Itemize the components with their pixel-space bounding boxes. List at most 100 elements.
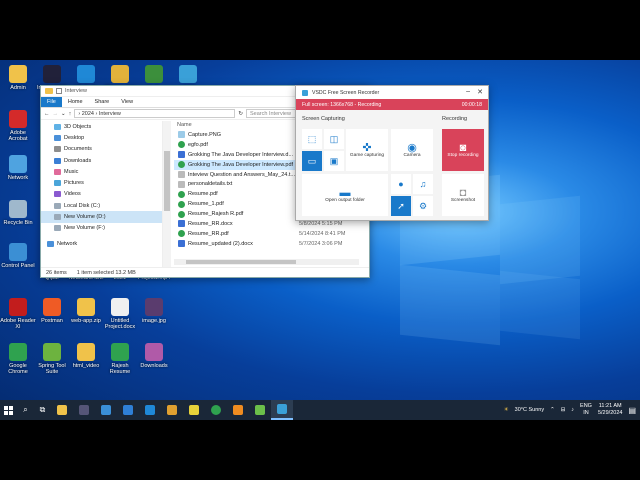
taskbar-app-mail[interactable] [139, 400, 161, 420]
chrome-icon [9, 343, 27, 361]
cursor-button[interactable]: ➚ [391, 196, 411, 216]
tab-file[interactable]: File [41, 97, 62, 107]
task-view-button[interactable]: ⧉ [34, 400, 51, 420]
taskbar-app-files[interactable] [161, 400, 183, 420]
vsdc-titlebar[interactable]: VSDC Free Screen Recorder – ✕ [296, 86, 488, 99]
desktop-icon[interactable]: Recycle Bin [0, 200, 36, 226]
vsdc-icon [277, 404, 287, 414]
desktop-icon[interactable]: Control Panel [0, 243, 36, 269]
nav-item[interactable]: 3D Objects [41, 121, 162, 132]
language-text: ENG [580, 403, 592, 409]
system-tray: ☀ 30°C Sunny ⌃ ⊟ ♪ ENG IN 11:21 AM 5/29/… [504, 400, 640, 420]
desktop-icon[interactable]: web-app.zip [68, 298, 104, 324]
weather-icon: ☀ [503, 407, 509, 413]
taskbar-app-notepad[interactable] [249, 400, 271, 420]
tab-share[interactable]: Share [89, 97, 116, 107]
taskbar-app-sticky[interactable] [95, 400, 117, 420]
desktop-icon[interactable]: Admin [0, 65, 36, 91]
taskbar-app-pdf[interactable] [183, 400, 205, 420]
up-arrow-icon[interactable]: ↑ [69, 111, 72, 117]
start-button[interactable] [0, 400, 17, 420]
clock[interactable]: 11:21 AM 5/29/2024 [598, 403, 622, 417]
taskbar-app-explorer[interactable] [51, 400, 73, 420]
nav-item[interactable]: Network [41, 238, 162, 249]
nav-item[interactable]: Videos [41, 189, 162, 200]
recording-heading: Recording [442, 116, 468, 122]
open-output-folder-button[interactable]: ▬ Open output folder [302, 174, 388, 216]
desktop-icon[interactable]: Downloads [136, 343, 172, 369]
volume-icon[interactable]: ♪ [571, 407, 574, 413]
chrome-file-icon [178, 190, 185, 198]
refresh-icon[interactable]: ↻ [238, 111, 243, 117]
cursor-icon: ➚ [397, 201, 405, 211]
png-file-icon [178, 131, 185, 139]
horizontal-scrollbar[interactable] [174, 259, 359, 265]
desktop-icon[interactable]: Untitled Project.docx [102, 298, 138, 330]
desktop-icon[interactable]: Postman [34, 298, 70, 324]
chevron-up-icon[interactable]: ⌃ [550, 407, 555, 413]
taskbar-app-store[interactable] [117, 400, 139, 420]
microphone-button[interactable]: ♫ [413, 174, 433, 194]
breadcrumb[interactable]: › 2024 › Interview [74, 109, 236, 118]
txt-file-icon [178, 180, 185, 188]
desktop-icon-label: Adobe Reader XI [0, 318, 36, 330]
vsdc-recorder-window[interactable]: VSDC Free Screen Recorder – ✕ Full scree… [295, 85, 489, 221]
nav-item-icon [54, 134, 61, 141]
desktop-icon[interactable]: Google Chrome [0, 343, 36, 375]
file-row[interactable]: Resume_updated (2).docx 5/7/2024 3:06 PM [174, 239, 369, 249]
nav-item[interactable]: Local Disk (C:) [41, 200, 162, 211]
taskbar-app-vsdc[interactable] [271, 400, 293, 420]
notification-icon[interactable]: ▤ [628, 406, 636, 415]
gamepad-icon: ✜ [362, 141, 372, 154]
desktop-icon[interactable]: Adobe Reader XI [0, 298, 36, 330]
media-icon [145, 65, 163, 83]
notepad-icon [255, 405, 265, 415]
select-area-button[interactable]: ⬚ [302, 129, 322, 149]
weather-text[interactable]: 30°C Sunny [515, 407, 544, 413]
nav-scrollbar[interactable] [163, 121, 171, 267]
region-button[interactable]: ▣ [324, 151, 344, 171]
user-button[interactable]: ● [391, 174, 411, 194]
nav-item[interactable]: Pictures [41, 177, 162, 188]
reader-icon [9, 298, 27, 316]
taskbar-app-sublime[interactable] [227, 400, 249, 420]
full-screen-button[interactable]: ▭ [302, 151, 322, 171]
recording-timer: 00:00:18 [461, 101, 482, 108]
nav-item[interactable]: Documents [41, 144, 162, 155]
camera-button[interactable]: ◉ Camera [391, 129, 433, 171]
desktop-icon[interactable]: Network [0, 155, 36, 181]
nav-item[interactable]: Downloads [41, 155, 162, 166]
nav-item-icon [54, 168, 61, 175]
settings-button[interactable]: ⚙ [413, 196, 433, 216]
search-button[interactable]: ⌕ [17, 400, 34, 420]
language-indicator[interactable]: ENG IN [580, 403, 592, 417]
back-arrow-icon[interactable]: ← [44, 111, 50, 117]
nav-item[interactable]: Music [41, 166, 162, 177]
chevron-down-icon[interactable]: ⌄ [61, 111, 66, 117]
nav-item[interactable]: New Volume (F:) [41, 223, 162, 234]
forward-arrow-icon[interactable]: → [53, 111, 59, 117]
microphone-icon: ♫ [419, 179, 427, 189]
select-window-button[interactable]: ◫ [324, 129, 344, 149]
taskbar-app-chrome[interactable] [205, 400, 227, 420]
desktop-icon[interactable]: Adobe Acrobat [0, 110, 36, 142]
screenshot-button[interactable]: ◘ Screenshot [442, 174, 484, 216]
desktop-icon[interactable]: Rajesh Resume [102, 343, 138, 375]
desktop[interactable]: Admin Adobe Acrobat Network Recycle Bin Cont… [0, 60, 640, 420]
minimize-button[interactable]: – [466, 88, 470, 95]
nav-item-label: Network [57, 240, 78, 247]
network-tray-icon[interactable]: ⊟ [561, 407, 566, 413]
stop-recording-button[interactable]: ◙ Stop recording [442, 129, 484, 171]
nav-item[interactable]: New Volume (D:) [41, 211, 162, 223]
desktop-icon[interactable]: html_video [68, 343, 104, 369]
file-row[interactable]: Resume_RR.pdf 5/14/2024 8:41 PM [174, 229, 369, 239]
game-capturing-button[interactable]: ✜ Game capturing [346, 129, 388, 171]
close-button[interactable]: ✕ [477, 88, 483, 96]
desktop-icon[interactable]: image.jpg [136, 298, 172, 324]
tab-home[interactable]: Home [62, 97, 89, 107]
taskbar-app-obs[interactable] [73, 400, 95, 420]
desktop-icon[interactable]: Spring Tool Suite [34, 343, 70, 375]
quick-access-icon[interactable] [56, 88, 62, 94]
tab-view[interactable]: View [115, 97, 139, 107]
nav-item[interactable]: Desktop [41, 132, 162, 143]
